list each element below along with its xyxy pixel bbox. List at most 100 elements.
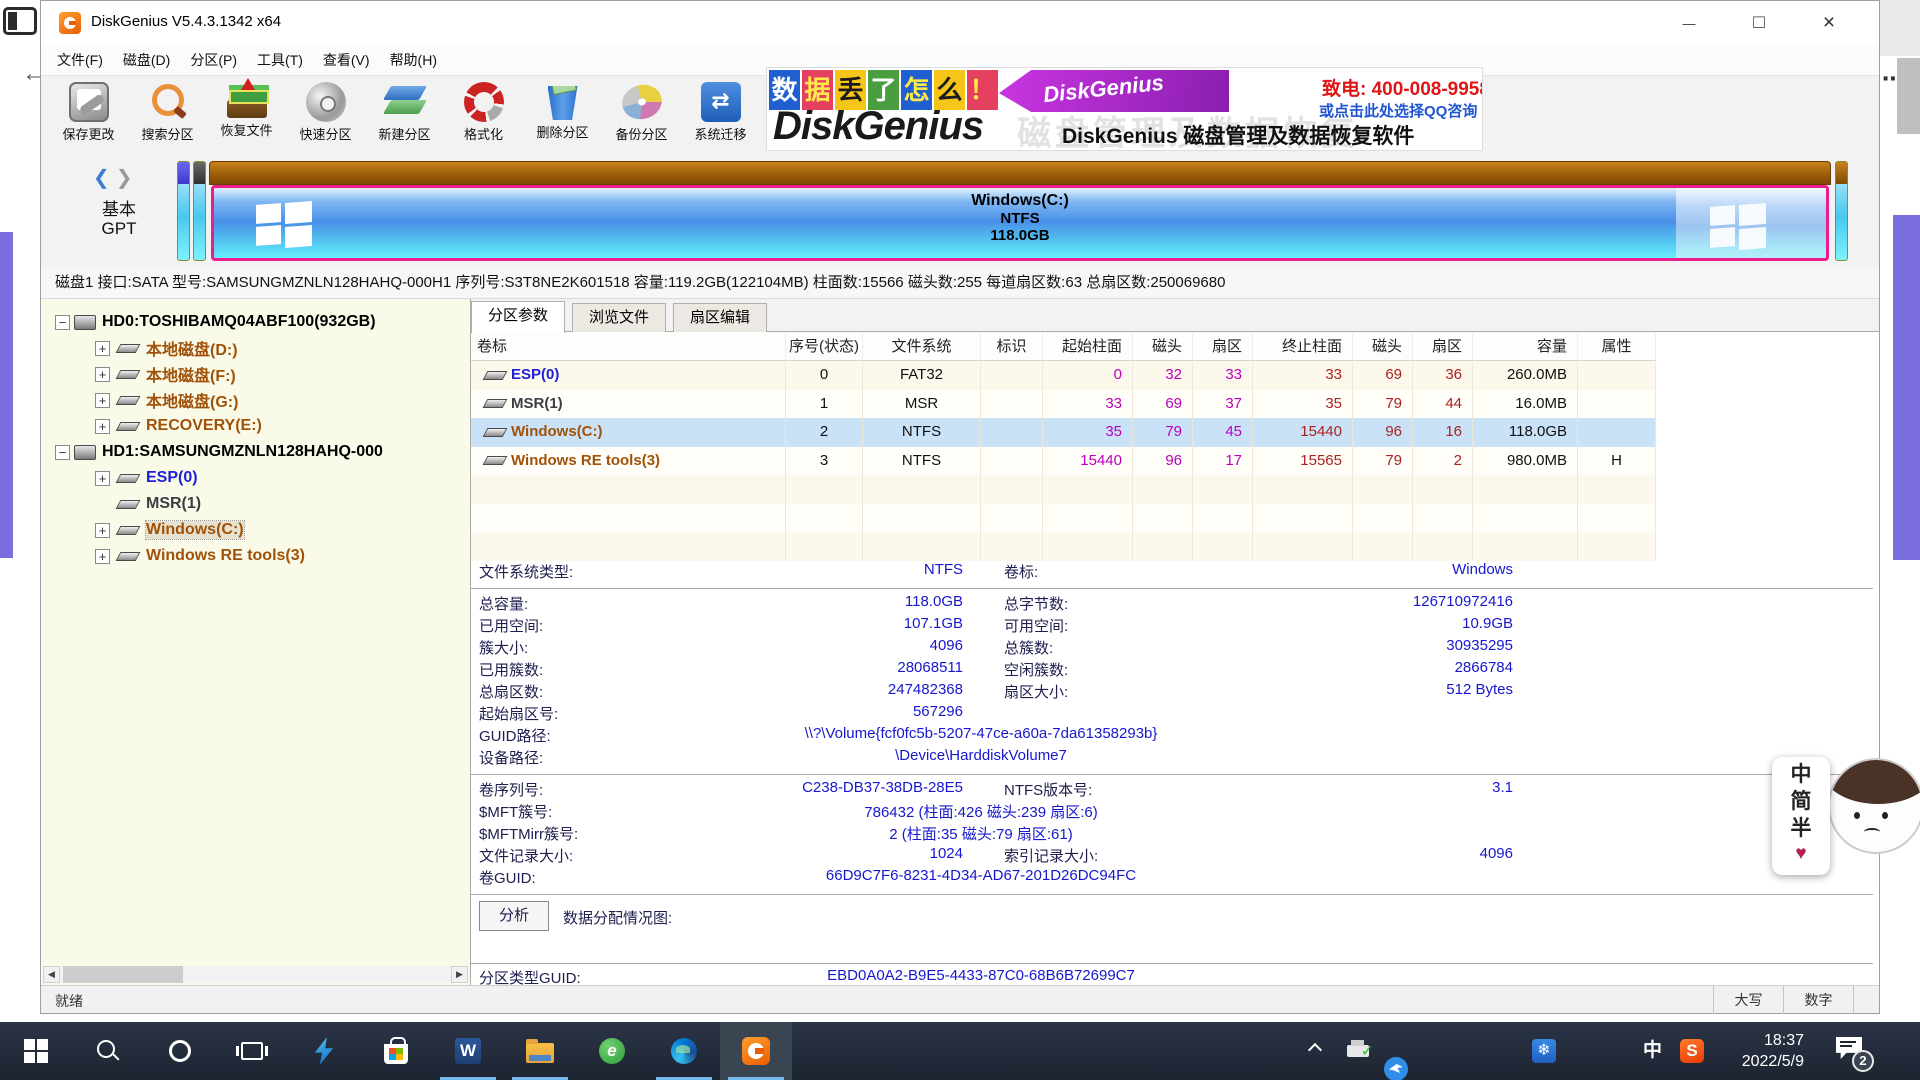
scrollbar-thumb[interactable] [63, 966, 183, 983]
file-explorer-icon[interactable] [504, 1022, 576, 1080]
column-header-5[interactable]: 起始柱面 [1043, 332, 1133, 361]
partition-block-esp[interactable] [177, 161, 190, 261]
close-button[interactable] [1806, 7, 1852, 39]
disk-icon [74, 315, 96, 330]
volume-icon [116, 422, 141, 431]
maximize-button[interactable] [1736, 7, 1782, 39]
table-row[interactable]: Windows(C:)2NTFS357945154409616118.0GB [471, 418, 1656, 447]
toolbar-button-9[interactable]: 系统迁移 [681, 80, 760, 150]
tree-horizontal-scrollbar[interactable] [43, 966, 468, 983]
column-header-4[interactable]: 标识 [981, 332, 1043, 361]
expand-icon[interactable] [95, 341, 110, 356]
expand-icon[interactable] [95, 419, 110, 434]
next-disk-icon[interactable] [116, 167, 133, 189]
collapse-icon[interactable] [55, 315, 70, 330]
toolbar-button-4[interactable]: 快速分区 [286, 80, 365, 150]
column-header-10[interactable]: 扇区 [1413, 332, 1473, 361]
ime-mode-char[interactable]: 简 [1772, 788, 1830, 815]
column-header-11[interactable]: 容量 [1473, 332, 1578, 361]
ime-mode-icon[interactable]: 中 [1643, 1039, 1667, 1063]
word-icon[interactable] [432, 1022, 504, 1080]
expand-icon[interactable] [95, 549, 110, 564]
toolbar-button-3[interactable]: 恢复文件 [207, 80, 286, 150]
task-view-icon[interactable] [216, 1022, 288, 1080]
table-row[interactable]: Windows RE tools(3)3NTFS1544096171556579… [471, 447, 1656, 476]
toolbar-button-5[interactable]: 新建分区 [365, 80, 444, 150]
analyze-button[interactable]: 分析 [479, 901, 549, 931]
tab-扇区编辑[interactable]: 扇区编辑 [673, 303, 767, 332]
expand-icon[interactable] [95, 523, 110, 538]
heart-icon[interactable] [1772, 842, 1830, 866]
toolbar-button-2[interactable]: 搜索分区 [128, 80, 207, 150]
diskgenius-taskbar-icon[interactable] [720, 1022, 792, 1080]
column-header-12[interactable]: 属性 [1578, 332, 1656, 361]
tree-item-F[interactable]: 本地磁盘(F:) [41, 361, 470, 387]
partition-block-re-tools[interactable] [1835, 161, 1848, 261]
collapse-icon[interactable] [55, 445, 70, 460]
tab-分区参数[interactable]: 分区参数 [471, 301, 565, 333]
expand-icon[interactable] [95, 367, 110, 382]
menu-item-D[interactable]: 磁盘(D) [113, 46, 180, 74]
cell [863, 475, 981, 504]
edge-icon[interactable] [648, 1022, 720, 1080]
tree-item-ESP0[interactable]: ESP(0) [41, 465, 470, 491]
column-header-7[interactable]: 扇区 [1193, 332, 1253, 361]
expand-icon[interactable] [95, 471, 110, 486]
ime-mode-char[interactable]: 半 [1772, 815, 1830, 842]
tab-浏览文件[interactable]: 浏览文件 [572, 303, 666, 332]
toolbar-button-7[interactable]: 删除分区 [523, 80, 602, 150]
sogou-ime-widget[interactable]: 中简半 [1772, 757, 1830, 875]
menu-item-F[interactable]: 文件(F) [47, 46, 113, 74]
360-browser-icon[interactable] [576, 1022, 648, 1080]
banner-qq-link[interactable]: 或点击此处选择QQ咨询 [1319, 100, 1477, 121]
expand-icon[interactable] [95, 393, 110, 408]
toolbar-button-6[interactable]: 格式化 [444, 80, 523, 150]
scroll-left-icon[interactable] [43, 966, 60, 983]
snowflake-app-icon[interactable] [1532, 1039, 1556, 1063]
column-header-6[interactable]: 磁头 [1133, 332, 1193, 361]
minimize-button[interactable] [1666, 7, 1712, 39]
tree-item-WindowsREtools3[interactable]: Windows RE tools(3) [41, 543, 470, 569]
menu-item-V[interactable]: 查看(V) [313, 46, 380, 74]
details-row: 文件记录大小:1024索引记录大小:4096 [471, 845, 1879, 867]
ime-mode-char[interactable]: 中 [1772, 761, 1830, 788]
tray-expand-chevron-icon[interactable] [1308, 1043, 1322, 1057]
tree-item-D[interactable]: 本地磁盘(D:) [41, 335, 470, 361]
cell [1473, 504, 1578, 533]
toolbar-button-1[interactable]: 保存更改 [49, 80, 128, 150]
menu-item-T[interactable]: 工具(T) [247, 46, 313, 74]
toolbar-button-8[interactable]: 备份分区 [602, 80, 681, 150]
flash-app-icon[interactable] [288, 1022, 360, 1080]
desktop-wallpaper-strip [1893, 215, 1920, 560]
cell [1578, 361, 1656, 390]
prev-disk-icon[interactable] [93, 167, 110, 189]
dingtalk-icon[interactable] [1384, 1057, 1408, 1080]
tree-item-G[interactable]: 本地磁盘(G:) [41, 387, 470, 413]
tree-item-HD1SAMSUNGMZNLN128HAHQ000[interactable]: HD1:SAMSUNGMZNLN128HAHQ-000 [41, 439, 470, 465]
menu-item-H[interactable]: 帮助(H) [380, 46, 447, 74]
microsoft-store-icon[interactable] [360, 1022, 432, 1080]
printer-status-icon[interactable] [1347, 1045, 1369, 1057]
sogou-icon[interactable] [1680, 1039, 1704, 1063]
column-header-1[interactable]: 卷标 [471, 332, 786, 361]
detail-value: NTFS [621, 561, 963, 578]
column-header-8[interactable]: 终止柱面 [1253, 332, 1353, 361]
cortana-icon[interactable] [144, 1022, 216, 1080]
tree-item-WindowsC[interactable]: Windows(C:) [41, 517, 470, 543]
table-row[interactable]: ESP(0)0FAT3203233336936260.0MB [471, 361, 1656, 390]
partition-block-windows-c[interactable]: Windows(C:) NTFS 118.0GB [211, 185, 1829, 261]
menu-item-P[interactable]: 分区(P) [180, 46, 247, 74]
tree-item-HD0TOSHIBAMQ04ABF100932GB[interactable]: HD0:TOSHIBAMQ04ABF100(932GB) [41, 309, 470, 335]
column-header-3[interactable]: 文件系统 [863, 332, 981, 361]
table-row[interactable]: MSR(1)1MSR33693735794416.0MB [471, 390, 1656, 419]
column-header-2[interactable]: 序号(状态) [786, 332, 863, 361]
disk-nav-arrows[interactable] [93, 165, 133, 190]
tree-item-RECOVERYE[interactable]: RECOVERY(E:) [41, 413, 470, 439]
column-header-9[interactable]: 磁头 [1353, 332, 1413, 361]
tree-item-MSR1[interactable]: MSR(1) [41, 491, 470, 517]
ad-banner[interactable]: 磁盘管理及数据恢复 数据丢了怎么！ DiskGenius DiskGenius … [766, 67, 1483, 151]
taskbar-clock[interactable]: 18:37 2022/5/9 [1712, 1030, 1804, 1072]
taskbar-search-icon[interactable] [72, 1022, 144, 1080]
partition-block-msr[interactable] [193, 161, 206, 261]
scroll-right-icon[interactable] [451, 966, 468, 983]
